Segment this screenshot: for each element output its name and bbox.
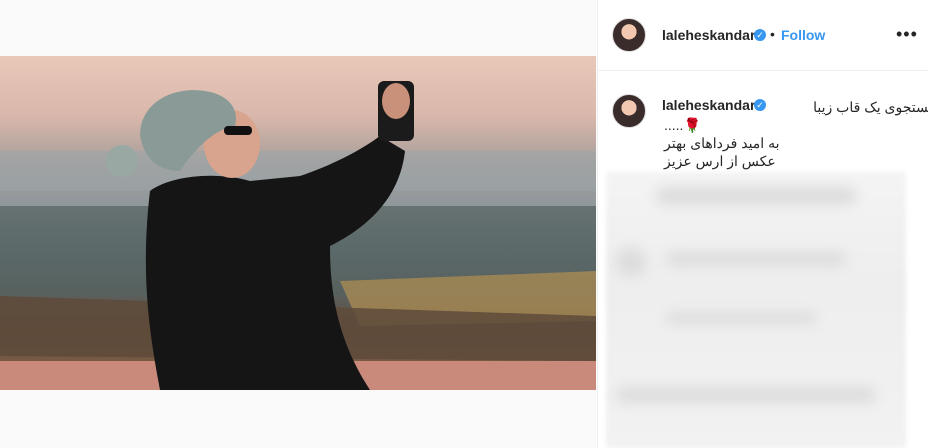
verified-badge-icon: ✓ [754,29,766,41]
post-sidebar: laleheskandari ✓ • Follow ••• laleheskan… [598,0,928,448]
blurred-bar [656,187,856,205]
blurred-bar [616,387,876,403]
more-options-icon[interactable]: ••• [896,24,918,45]
caption-verified-badge-icon: ✓ [754,99,766,111]
header-username[interactable]: laleheskandari [662,27,759,43]
caption-avatar[interactable] [612,94,646,128]
caption-line-1: در جستجوی یک قاب زیبا [813,99,928,115]
caption-line-3: به امید فرداهای بهتر [664,135,780,151]
blurred-avatar [616,247,646,277]
blurred-bar [666,252,846,266]
post-photo[interactable] [0,56,596,390]
separator: • [770,26,775,42]
blurred-bar [666,312,816,324]
caption-line-2: 🌹..... [664,117,701,133]
caption-username[interactable]: laleheskandari [662,97,759,113]
avatar[interactable] [612,18,646,52]
post-header: laleheskandari ✓ • Follow ••• [598,0,928,71]
follow-button[interactable]: Follow [781,27,825,43]
media-pane [0,0,598,448]
blurred-comments-overlay [606,172,906,448]
caption-line-4: عکس از ارس عزیز [664,153,776,169]
photo-illustration [0,81,596,390]
